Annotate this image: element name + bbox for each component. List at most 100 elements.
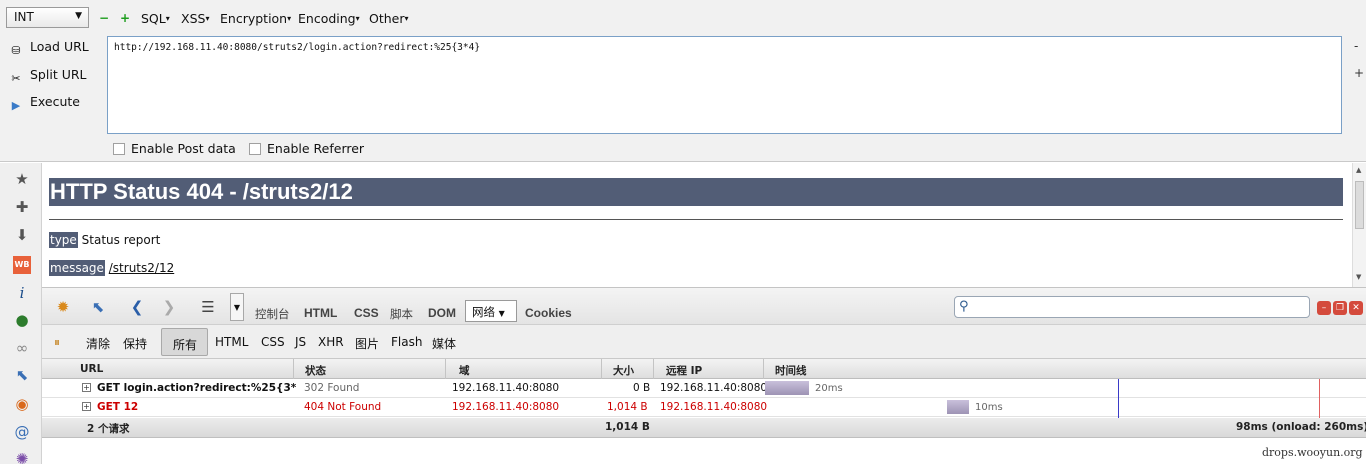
divider [49,219,1343,220]
column-divider [653,359,654,379]
hackbar-toolbar: INT ▼ − + SQL▾ XSS▾ Encryption▾ Encoding… [0,0,1366,36]
expand-icon[interactable]: + [82,402,91,411]
inspect-icon[interactable]: ⬉ [89,298,107,316]
expand-textarea-button[interactable]: + [1354,66,1364,80]
firebug-search-input[interactable]: ⚲ [954,296,1310,318]
row-url: GET 12 [97,401,139,413]
filter-js[interactable]: JS [295,335,306,349]
scrollbar-thumb[interactable] [1355,181,1364,229]
watermark: drops.wooyun.org [1262,446,1363,459]
col-domain[interactable]: 域 [459,363,470,378]
type-select[interactable]: INT ▼ [6,7,89,28]
link-icon[interactable]: ∞ [13,339,31,357]
timeline-bar [947,400,969,414]
minus-icon[interactable]: − [99,11,109,25]
minimize-icon[interactable]: – [1317,301,1331,315]
puzzle-icon[interactable]: ✚ [13,198,31,216]
expand-icon[interactable]: + [82,383,91,392]
row-domain: 192.168.11.40:8080 [452,382,560,394]
bug-icon[interactable]: ✺ [13,450,31,468]
row-time: 20ms [815,383,843,394]
firebug-toolbar: ✹ ⬉ ❮ ❯ ☰ ▼ 控制台 HTML CSS 脚本 DOM 网络 ▼ Coo… [42,287,1366,325]
tab-net[interactable]: 网络 ▼ [465,300,517,322]
page-title: HTTP Status 404 - /struts2/12 [49,178,1343,206]
url-textarea[interactable]: http://192.168.11.40:8080/struts2/login.… [107,36,1342,134]
scroll-down-icon[interactable]: ▼ [1356,273,1361,281]
page-scrollbar[interactable]: ▲ ▼ [1352,163,1366,287]
table-row[interactable]: + GET 12 404 Not Found 192.168.11.40:808… [42,398,1366,417]
firebug-icon[interactable]: ✹ [54,298,72,316]
swirl-icon[interactable]: @ [13,423,31,441]
message-value: /struts2/12 [108,261,175,275]
tab-html[interactable]: HTML [304,306,337,320]
execute-button[interactable]: ▶ Execute [8,94,80,114]
persist-button[interactable]: 保持 [123,335,147,352]
filter-flash[interactable]: Flash [391,335,422,349]
tab-css[interactable]: CSS [354,306,379,320]
close-icon[interactable]: ✕ [1349,301,1363,315]
page-viewport: HTTP Status 404 - /struts2/12 type Statu… [42,163,1352,287]
tab-script[interactable]: 脚本 [390,306,413,322]
net-filter-bar: ⏸ 清除 保持 所有 HTML CSS JS XHR 图片 Flash 媒体 [42,325,1366,359]
row-remote-ip: 192.168.11.40:8080 [660,382,768,394]
back-icon[interactable]: ❮ [128,298,146,316]
message-label: message [49,260,105,276]
column-divider [601,359,602,379]
forward-icon[interactable]: ❯ [160,298,178,316]
col-size[interactable]: 大小 [613,363,634,378]
scissors-icon: ✂ [11,72,21,85]
clear-button[interactable]: 清除 [86,335,110,352]
star-icon[interactable]: ★ [13,170,31,188]
row-domain: 192.168.11.40:8080 [452,401,560,413]
filter-all-button[interactable]: 所有 [161,328,208,356]
filter-media[interactable]: 媒体 [432,335,456,352]
info-icon[interactable]: i [13,284,31,302]
column-divider [293,359,294,379]
search-icon: ⚲ [959,299,969,314]
row-size: 0 B [633,382,651,394]
domcontentloaded-line [1118,379,1119,418]
filter-css[interactable]: CSS [261,335,285,349]
type-value: Status report [81,233,161,247]
filter-html[interactable]: HTML [215,335,248,349]
pause-icon[interactable]: ⏸ [48,333,66,351]
total-size: 1,014 B [605,421,650,433]
web-icon[interactable]: WB [13,256,31,274]
plus-icon[interactable]: + [120,11,130,25]
col-remote-ip[interactable]: 远程 IP [666,363,702,378]
split-url-button[interactable]: ✂ Split URL [8,67,86,87]
tab-console[interactable]: 控制台 [255,306,290,322]
menu-icon[interactable]: ☰ [199,298,217,316]
filter-images[interactable]: 图片 [355,335,379,352]
globe-icon[interactable]: ● [13,311,31,329]
scroll-up-icon[interactable]: ▲ [1356,166,1361,174]
col-url[interactable]: URL [80,363,103,375]
cursor-icon[interactable]: ⬉ [13,366,31,384]
enable-referrer-checkbox[interactable]: Enable Referrer [249,141,364,156]
shrink-textarea-button[interactable]: - [1354,39,1358,53]
download-icon[interactable]: ⬇ [13,226,31,244]
table-row[interactable]: + GET login.action?redirect:%25{3* 302 F… [42,379,1366,398]
menu-encryption[interactable]: Encryption▾ [220,11,291,26]
tab-cookies[interactable]: Cookies [525,306,572,320]
message-line: message /struts2/12 [49,260,175,276]
col-status[interactable]: 状态 [305,363,326,378]
enable-post-checkbox[interactable]: Enable Post data [113,141,236,156]
menu-sql[interactable]: SQL▾ [141,11,170,26]
filter-xhr[interactable]: XHR [318,335,344,349]
firefox-icon[interactable]: ◉ [13,395,31,413]
row-size: 1,014 B [607,401,648,413]
chevron-down-icon[interactable]: ▼ [230,293,244,321]
load-url-button[interactable]: ⛁ Load URL [8,39,88,59]
menu-encoding[interactable]: Encoding▾ [298,11,360,26]
col-timeline[interactable]: 时间线 [775,363,807,378]
column-divider [763,359,764,379]
url-value: http://192.168.11.40:8080/struts2/login.… [114,42,481,53]
menu-other[interactable]: Other▾ [369,11,409,26]
request-count: 2 个请求 [87,423,130,435]
play-icon: ▶ [11,99,21,112]
detach-icon[interactable]: ❐ [1333,301,1347,315]
checkbox-box [113,143,125,155]
menu-xss[interactable]: XSS▾ [181,11,209,26]
tab-dom[interactable]: DOM [428,306,456,320]
